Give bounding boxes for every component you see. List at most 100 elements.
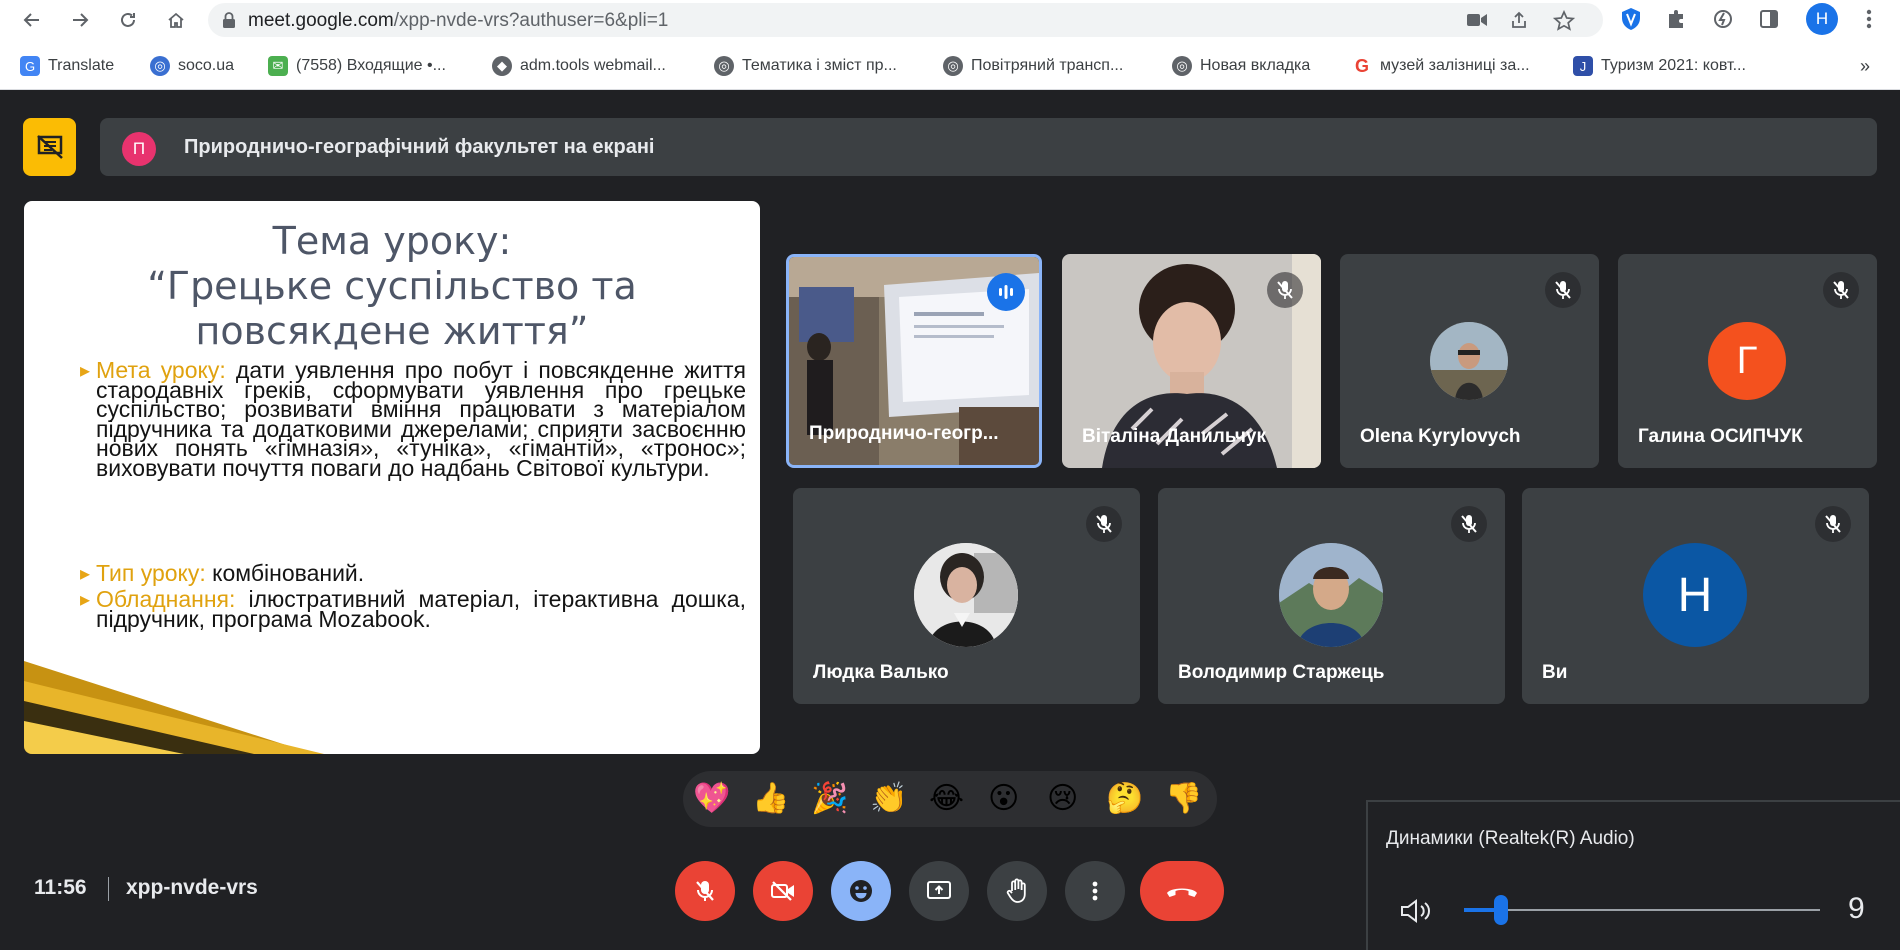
participant-name: Olena Kyrylovych [1360, 426, 1521, 447]
mic-off-icon [696, 881, 714, 901]
presenting-text: Природничо-географічний факультет на екр… [184, 136, 655, 158]
reaction-surprised[interactable]: 😮 [988, 781, 1019, 817]
shield-extension-icon[interactable] [1618, 6, 1644, 32]
performance-icon[interactable] [1710, 6, 1736, 32]
bookmarks-bar: G Translate ◎ soco.ua ✉ (7558) Входящие •..… [0, 40, 1900, 90]
home-icon[interactable] [160, 4, 192, 36]
muted-mic-icon [1815, 506, 1851, 542]
reload-icon[interactable] [112, 4, 144, 36]
slide-title-line-2: “Грецьке суспільство та [147, 264, 637, 308]
bookmark-label: Новая вкладка [1200, 57, 1311, 74]
type-text: комбінований. [205, 560, 365, 586]
meeting-time: 11:56 [34, 876, 87, 899]
leave-call-button[interactable] [1140, 861, 1224, 921]
halyna-avatar: Г [1708, 322, 1786, 400]
side-panel-icon[interactable] [1756, 6, 1782, 32]
toggle-camera-button[interactable] [753, 861, 813, 921]
forward-icon[interactable] [64, 4, 96, 36]
volume-slider-thumb[interactable] [1494, 895, 1508, 925]
reactions-button[interactable] [831, 861, 891, 921]
bookmark-inbox[interactable]: ✉ (7558) Входящие •... [268, 55, 446, 77]
translate-icon: G [20, 56, 40, 76]
speaking-indicator-icon [987, 273, 1025, 311]
bookmark-tourism[interactable]: J Туризм 2021: ковт... [1573, 55, 1746, 77]
participant-tile-vitalina[interactable]: Віталіна Данильчук [1062, 254, 1321, 468]
bullet-icon: ▸ [80, 589, 91, 611]
slide-goal: Мета уроку: дати уявлення про побут і по… [96, 359, 746, 479]
back-icon[interactable] [16, 4, 48, 36]
toggle-mic-button[interactable] [675, 861, 735, 921]
present-screen-button[interactable] [909, 861, 969, 921]
volume-track[interactable] [1464, 909, 1820, 911]
presentation-off-icon[interactable] [23, 118, 76, 176]
participant-tile-presenter[interactable]: Природничо-геогр... [786, 254, 1042, 468]
muted-mic-icon [1451, 506, 1487, 542]
more-vert-icon [1092, 881, 1098, 901]
more-bookmarks-icon[interactable]: » [1860, 55, 1870, 77]
bookmark-label: Туризм 2021: ковт... [1601, 57, 1746, 74]
bookmark-soco[interactable]: ◎ soco.ua [150, 55, 234, 77]
participant-tile-olena[interactable]: Olena Kyrylovych [1340, 254, 1599, 468]
address-bar[interactable]: meet.google.com/xpp-nvde-vrs?authuser=6&… [208, 3, 1603, 37]
olena-avatar [1430, 322, 1508, 400]
bookmark-label: soco.ua [178, 57, 235, 74]
reaction-sparkling-heart[interactable]: 💖 [693, 781, 730, 817]
divider [108, 877, 109, 901]
globe-icon: ◎ [943, 56, 963, 76]
participant-name: Віталіна Данильчук [1082, 426, 1266, 447]
share-icon[interactable] [1508, 10, 1530, 32]
bookmark-star-icon[interactable] [1552, 9, 1576, 32]
bookmark-new-tab[interactable]: ◎ Новая вкладка [1172, 55, 1310, 77]
reaction-laughing[interactable]: 😂 [929, 781, 964, 817]
camera-in-use-icon[interactable] [1466, 10, 1488, 32]
hang-up-icon [1167, 888, 1197, 897]
reaction-clapping[interactable]: 👏 [870, 781, 907, 817]
meet-stage: П Природничо-географічний факультет на е… [0, 91, 1900, 950]
meeting-code: xpp-nvde-vrs [126, 876, 258, 899]
goal-text: дати уявлення про побут і повсякденне жи… [96, 357, 746, 481]
google-icon: G [1352, 56, 1372, 76]
bookmark-label: Тематика і зміст пр... [742, 57, 897, 74]
audio-device-name: Динамики (Realtek(R) Audio) [1386, 828, 1635, 849]
bookmark-tematyka[interactable]: ◎ Тематика і зміст пр... [714, 55, 897, 77]
extensions-puzzle-icon[interactable] [1664, 6, 1690, 32]
reaction-crying[interactable]: 😢 [1047, 781, 1078, 817]
bullet-icon: ▸ [80, 360, 91, 382]
mail-icon: ✉ [268, 56, 288, 76]
camera-off-icon [771, 881, 794, 901]
presenting-banner: П Природничо-географічний факультет на е… [100, 118, 1877, 176]
muted-mic-icon [1545, 272, 1581, 308]
participant-tile-lyudka[interactable]: Людка Валько [793, 488, 1140, 704]
bookmark-translate[interactable]: G Translate [20, 55, 114, 77]
url-text: meet.google.com/xpp-nvde-vrs?authuser=6&… [248, 10, 668, 32]
raise-hand-button[interactable] [987, 861, 1047, 921]
shared-screen-slide[interactable]: Тема уроку: “Грецьке суспільство та повс… [24, 201, 760, 754]
bookmark-povitryanyi[interactable]: ◎ Повітряний трансп... [943, 55, 1123, 77]
hand-icon [1006, 878, 1026, 903]
participant-name: Людка Валько [813, 662, 949, 683]
bookmark-label: adm.tools webmail... [520, 57, 666, 74]
reaction-party-popper[interactable]: 🎉 [811, 781, 848, 817]
reaction-thinking[interactable]: 🤔 [1106, 781, 1143, 817]
reaction-thumbs-up[interactable]: 👍 [752, 781, 789, 817]
bookmark-label: музей залізниці за... [1380, 57, 1530, 74]
emoji-icon [850, 880, 872, 902]
presenter-avatar: П [122, 132, 156, 166]
type-label: Тип уроку: [96, 560, 206, 586]
bookmark-label: Повітряний трансп... [971, 57, 1124, 74]
menu-kebab-icon[interactable] [1856, 6, 1882, 32]
bookmark-webmail[interactable]: ◆ adm.tools webmail... [492, 55, 666, 77]
url-host: meet.google.com [248, 10, 394, 31]
url-path: /xpp-nvde-vrs?authuser=6&pli=1 [393, 10, 669, 31]
more-options-button[interactable] [1065, 861, 1125, 921]
globe-icon: ◎ [1172, 56, 1192, 76]
participant-tile-volodymyr[interactable]: Володимир Старжець [1158, 488, 1505, 704]
reaction-thumbs-down[interactable]: 👎 [1165, 781, 1202, 817]
bookmark-museum[interactable]: Gмузей залізниці за... [1352, 55, 1530, 77]
participant-name: Галина ОСИПЧУК [1638, 426, 1803, 447]
profile-avatar[interactable]: Н [1806, 3, 1838, 35]
participant-tile-you[interactable]: Н Ви [1522, 488, 1869, 704]
participant-tile-halyna[interactable]: Г Галина ОСИПЧУК [1618, 254, 1877, 468]
you-avatar: Н [1643, 543, 1747, 647]
speaker-icon[interactable] [1400, 898, 1436, 929]
